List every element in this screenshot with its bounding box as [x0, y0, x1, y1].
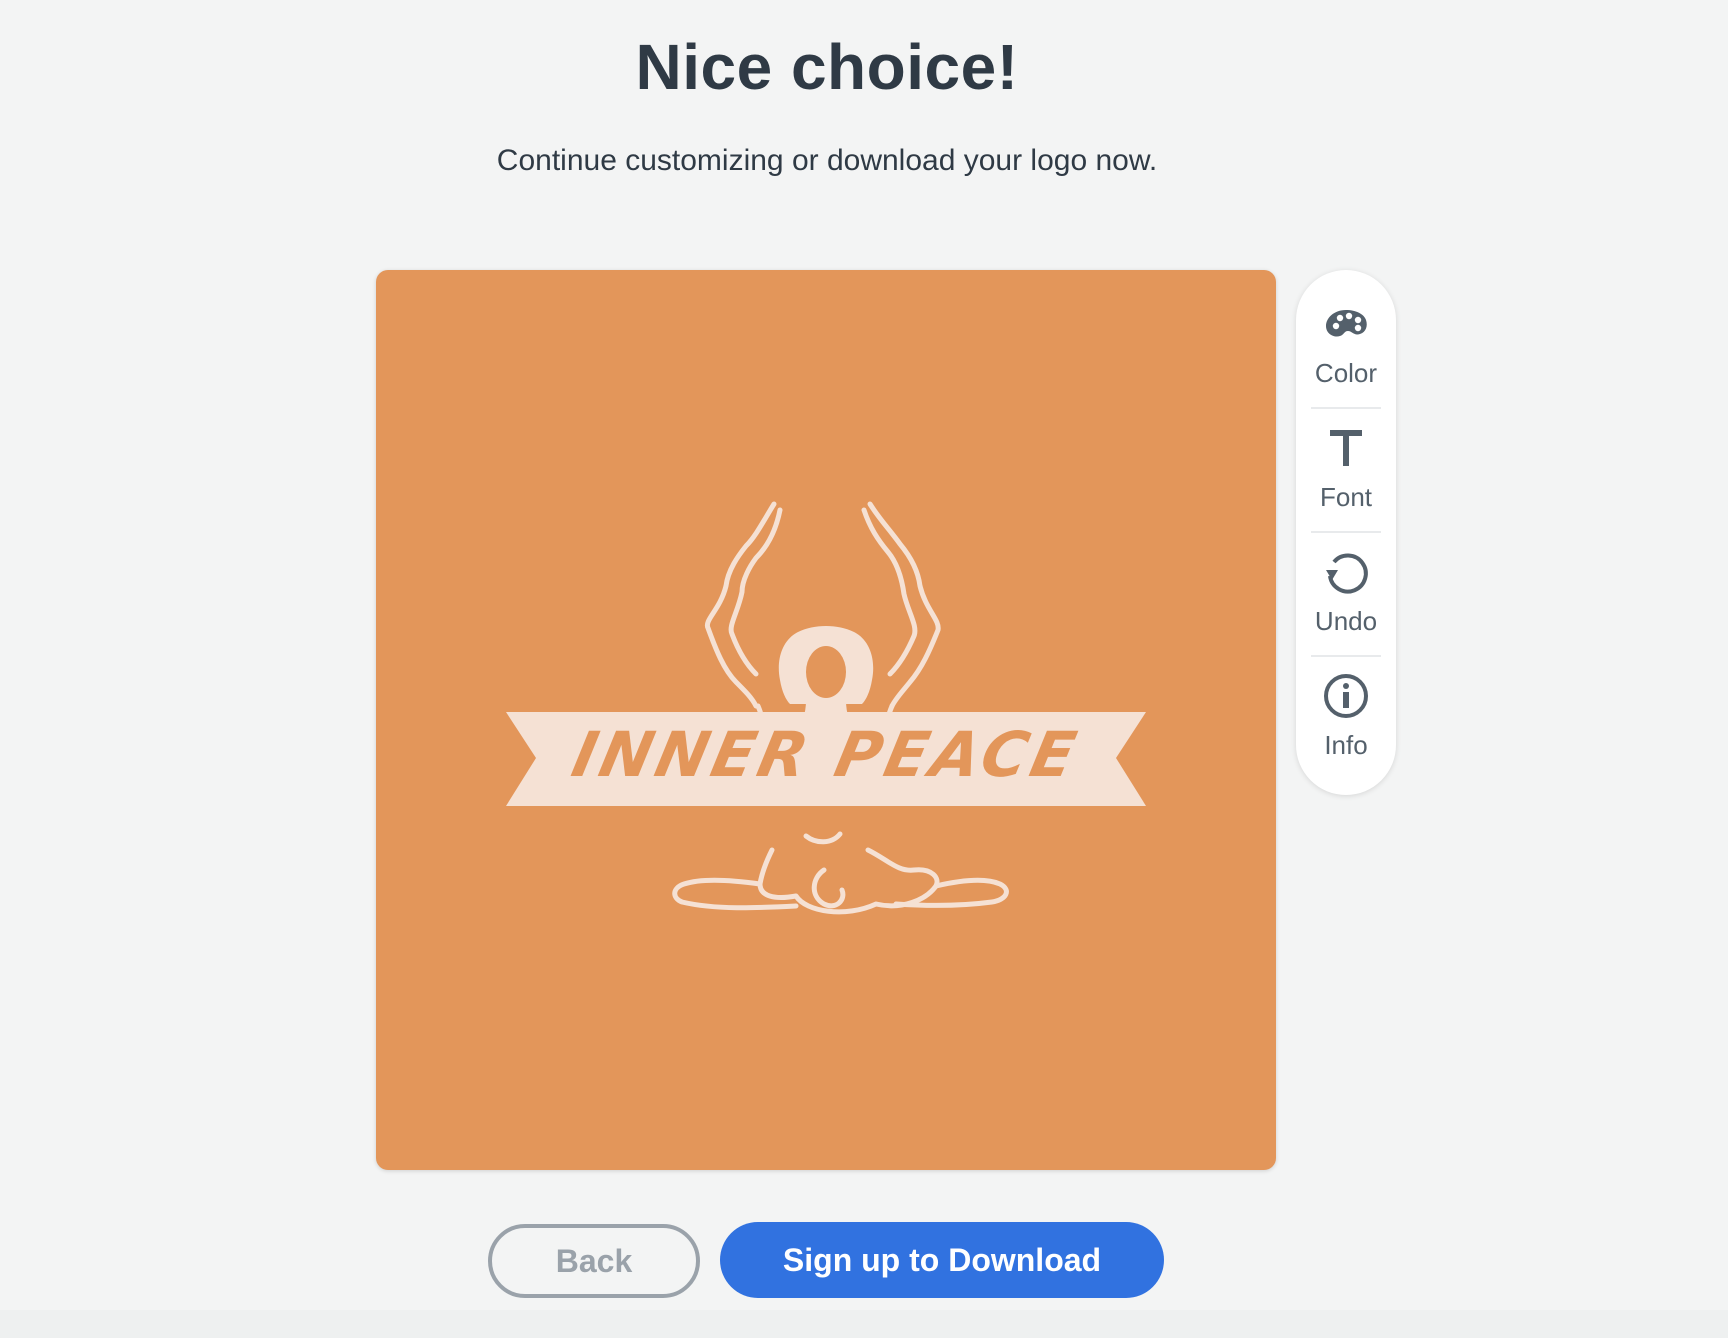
color-tool-label: Color: [1314, 358, 1378, 388]
logo-preview-canvas: INNER PEACE: [376, 270, 1276, 1170]
palette-icon: [1326, 310, 1367, 337]
sign-up-to-download-button[interactable]: Sign up to Download: [720, 1222, 1164, 1298]
font-tool-label: Font: [1319, 482, 1373, 512]
footer-divider: [0, 1310, 1728, 1338]
undo-tool-label: Undo: [1314, 606, 1378, 636]
page-subtitle: Continue customizing or download your lo…: [496, 144, 1158, 177]
info-icon: [1324, 674, 1368, 718]
page-title: Nice choice!: [635, 31, 1019, 103]
undo-tool-button[interactable]: Undo: [1296, 518, 1396, 642]
logo-text: INNER PEACE: [566, 718, 1086, 791]
undo-icon: [1326, 553, 1368, 594]
info-tool-button[interactable]: Info: [1296, 642, 1396, 766]
font-icon: [1330, 430, 1362, 466]
customize-toolbar: Color Font Undo Info: [1296, 270, 1396, 795]
font-tool-button[interactable]: Font: [1296, 394, 1396, 518]
back-button[interactable]: Back: [488, 1224, 700, 1298]
info-tool-label: Info: [1324, 730, 1368, 760]
logo-artwork: INNER PEACE: [506, 500, 1146, 940]
color-tool-button[interactable]: Color: [1296, 270, 1396, 394]
